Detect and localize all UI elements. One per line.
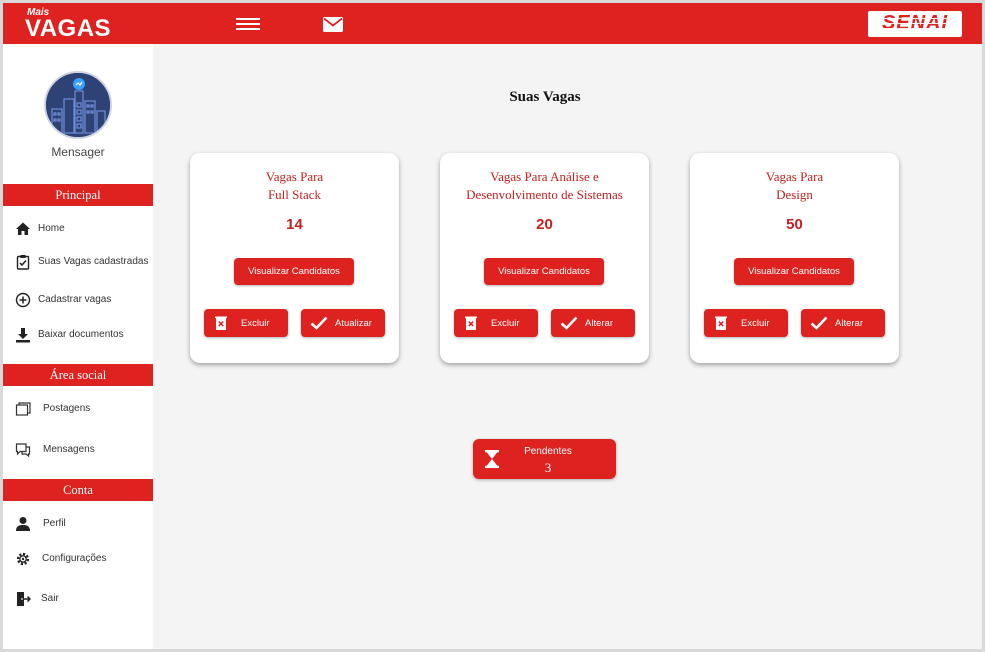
sidebar-item-label: Suas Vagas cadastradas <box>38 256 149 267</box>
sidebar-item-label: Cadastrar vagas <box>38 294 112 305</box>
delete-button-label: Excluir <box>491 318 520 329</box>
view-candidates-button[interactable]: Visualizar Candidatos <box>234 258 354 285</box>
update-button-label: Atualizar <box>335 318 372 329</box>
sidebar-item-label: Home <box>38 223 65 234</box>
delete-button-label: Excluir <box>241 318 270 329</box>
update-button[interactable]: Atualizar <box>301 309 385 337</box>
avatar[interactable] <box>44 71 112 139</box>
checkmark-icon <box>310 315 328 331</box>
top-bar: Mais VAGAS SENAI <box>3 3 982 44</box>
sidebar: Mensager Principal Home Suas Vagas cadas… <box>3 44 153 649</box>
senai-logo: SENAI <box>868 11 962 37</box>
sidebar-item-home[interactable]: Home <box>3 214 153 244</box>
sidebar-item-configuracoes[interactable]: Configurações <box>3 544 153 574</box>
sidebar-item-label: Perfil <box>43 518 66 529</box>
alter-button-label: Alterar <box>835 318 863 329</box>
vacancy-card-ads: Vagas Para Análise e Desenvolvimento de … <box>440 153 649 363</box>
vacancy-card-full-stack: Vagas Para Full Stack 14 Visualizar Cand… <box>190 153 399 363</box>
home-icon <box>15 221 31 237</box>
card-count: 50 <box>786 216 803 233</box>
posts-icon <box>15 401 31 417</box>
card-count: 14 <box>286 216 303 233</box>
sidebar-item-label: Baixar documentos <box>38 329 124 340</box>
section-principal: Principal <box>3 184 153 206</box>
pending-button[interactable]: Pendentes 3 <box>473 439 616 479</box>
logout-icon <box>15 591 32 607</box>
trash-icon <box>713 315 729 331</box>
sidebar-item-sair[interactable]: Sair <box>3 584 153 614</box>
sidebar-item-mensagens[interactable]: Mensagens <box>3 435 153 465</box>
user-icon <box>15 516 31 532</box>
section-conta: Conta <box>3 479 153 501</box>
sidebar-item-label: Configurações <box>42 553 107 564</box>
hamburger-menu-icon[interactable] <box>236 18 260 32</box>
section-area-social: Área social <box>3 364 153 386</box>
chat-icon <box>15 442 31 458</box>
page-title: Suas Vagas <box>509 89 581 105</box>
trash-icon <box>213 315 229 331</box>
alter-button[interactable]: Alterar <box>801 309 885 337</box>
gear-icon <box>15 551 31 567</box>
card-count: 20 <box>536 216 553 233</box>
card-title-line1: Vagas Para <box>265 169 324 184</box>
delete-button[interactable]: Excluir <box>454 309 538 337</box>
card-title-line1: Vagas Para <box>765 169 824 184</box>
view-candidates-button[interactable]: Visualizar Candidatos <box>484 258 604 285</box>
download-icon <box>15 327 31 343</box>
sidebar-item-label: Mensagens <box>43 444 95 455</box>
vacancy-card-design: Vagas Para Design 50 Visualizar Candidat… <box>690 153 899 363</box>
trash-icon <box>463 315 479 331</box>
view-candidates-button[interactable]: Visualizar Candidatos <box>734 258 854 285</box>
logo-big-text: VAGAS <box>25 15 112 42</box>
card-title-line2: Full Stack <box>267 187 322 202</box>
card-title-line2: Desenvolvimento de Sistemas <box>466 187 623 202</box>
sidebar-item-postagens[interactable]: Postagens <box>3 394 153 424</box>
card-title: Vagas Para Design <box>690 168 899 204</box>
alter-button-label: Alterar <box>585 318 613 329</box>
sidebar-item-perfil[interactable]: Perfil <box>3 509 153 539</box>
card-title: Vagas Para Análise e Desenvolvimento de … <box>440 168 649 204</box>
delete-button[interactable]: Excluir <box>204 309 288 337</box>
clipboard-check-icon <box>15 254 31 270</box>
card-title-line1: Vagas Para Análise e <box>490 169 599 184</box>
checkmark-icon <box>810 315 828 331</box>
delete-button[interactable]: Excluir <box>704 309 788 337</box>
alter-button[interactable]: Alterar <box>551 309 635 337</box>
sidebar-item-suas-vagas[interactable]: Suas Vagas cadastradas <box>3 247 153 277</box>
user-name: Mensager <box>51 145 105 159</box>
sidebar-item-cadastrar[interactable]: Cadastrar vagas <box>3 285 153 315</box>
card-title-line2: Design <box>776 187 813 202</box>
card-title: Vagas Para Full Stack <box>190 168 399 204</box>
delete-button-label: Excluir <box>741 318 770 329</box>
pending-count: 3 <box>544 460 552 475</box>
sidebar-item-label: Postagens <box>43 403 91 414</box>
plus-circle-icon <box>15 292 31 308</box>
sidebar-item-label: Sair <box>41 593 59 604</box>
checkmark-icon <box>560 315 578 331</box>
sidebar-item-baixar[interactable]: Baixar documentos <box>3 320 153 350</box>
mail-icon[interactable] <box>323 17 343 32</box>
pending-label: Pendentes <box>524 446 572 457</box>
